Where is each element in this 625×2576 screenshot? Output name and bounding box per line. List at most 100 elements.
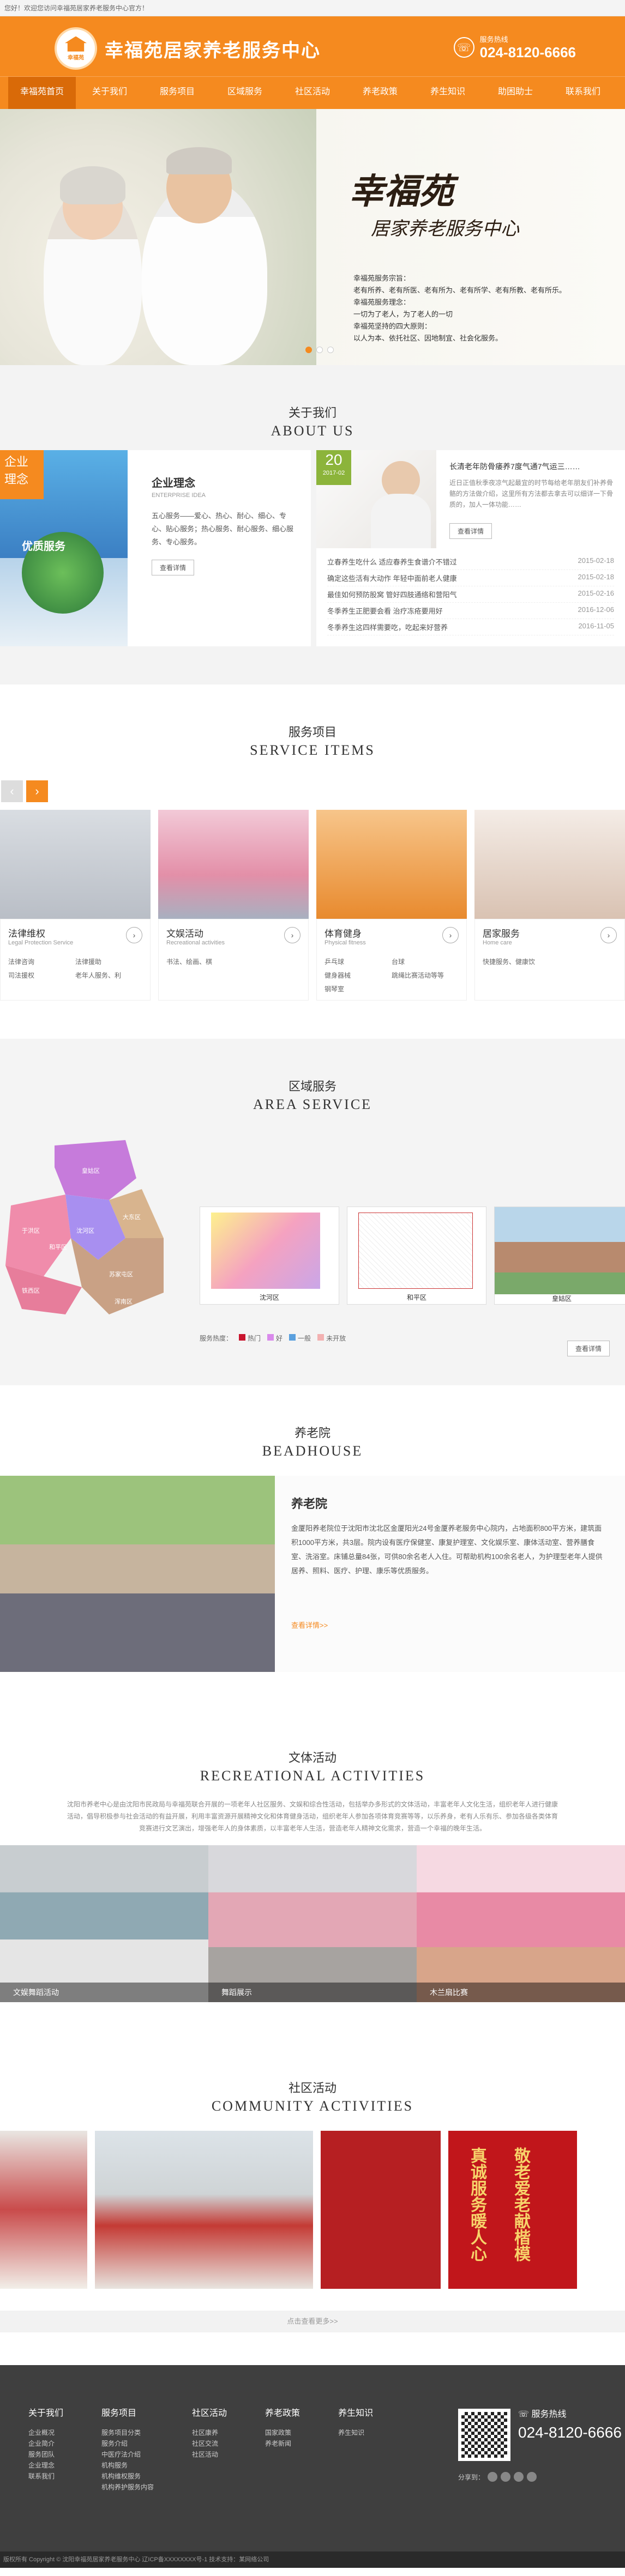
footer-link[interactable]: 企业概况 — [28, 2427, 63, 2438]
site-logo[interactable]: 幸福苑 幸福苑居家养老服务中心 — [55, 27, 321, 70]
community-photo[interactable] — [95, 2131, 313, 2289]
footer-link[interactable]: 联系我们 — [28, 2471, 63, 2482]
area-thumb[interactable]: 和平区 — [347, 1207, 486, 1305]
footer-link[interactable]: 社区康养 — [192, 2427, 227, 2438]
list-item[interactable]: 冬季养生这四样需要吃，吃起来好营养 2016-11-05 — [327, 619, 614, 635]
prev-arrow-icon[interactable]: ‹ — [1, 780, 23, 802]
community-more-button[interactable]: 点击查看更多>> — [0, 2311, 625, 2332]
footer-link[interactable]: 机构维权服务 — [101, 2471, 154, 2482]
legend-swatch — [267, 1334, 274, 1341]
news-image: 20 2017-02 — [316, 450, 436, 548]
carousel-dot[interactable] — [327, 347, 334, 353]
footer-link[interactable]: 养老新闻 — [265, 2438, 300, 2449]
list-item[interactable]: 确定这些活有大动作 年轻中面前老人健康 2015-02-18 — [327, 570, 614, 586]
service-heading: 服务项目 SERVICE ITEMS — [0, 684, 625, 759]
news-title: 冬季养生这四样需要吃，吃起来好营养 — [327, 623, 448, 632]
news-headline[interactable]: 长清老年防骨痿养7度气通7气运三…… — [449, 461, 614, 472]
footer-link[interactable]: 机构服务 — [101, 2460, 154, 2471]
footer-link[interactable]: 国家政策 — [265, 2427, 300, 2438]
elderly-couple-photo — [0, 109, 316, 365]
share-weibo-icon[interactable] — [488, 2472, 498, 2482]
nav-item-health[interactable]: 养生知识 — [414, 77, 482, 109]
chevron-right-icon[interactable]: › — [126, 927, 142, 943]
news-more-button[interactable]: 查看详情 — [449, 523, 492, 539]
footer-hotline-number: 024-8120-6666 — [518, 2424, 622, 2441]
list-item[interactable]: 最佳如何预防股窝 管好四肢通络和营阳气 2015-02-16 — [327, 586, 614, 603]
share-qq-icon[interactable] — [501, 2472, 511, 2482]
site-footer: 关于我们 企业概况 企业简介 服务团队 企业理念 联系我们 服务项目 服务项目分… — [0, 2365, 625, 2551]
news-title: 确定这些活有大动作 年轻中面前老人健康 — [327, 574, 457, 583]
map-label: 皇姑区 — [82, 1167, 100, 1174]
logo-icon: 幸福苑 — [55, 27, 97, 70]
footer-col-title: 养生知识 — [338, 2409, 374, 2418]
footer-link[interactable]: 服务项目分类 — [101, 2427, 154, 2438]
footer-col-title: 社区活动 — [192, 2409, 227, 2418]
section-title-cn: 服务项目 — [288, 725, 336, 739]
banner-line: 幸福苑坚持的四大原则： — [353, 322, 432, 330]
heat-legend: 服务热度： 热门 好 一般 未开放 — [200, 1334, 346, 1343]
area-thumb-caption: 皇姑区 — [551, 1295, 572, 1302]
next-arrow-icon[interactable]: › — [26, 780, 48, 802]
nav-item-services[interactable]: 服务项目 — [143, 77, 211, 109]
service-tag: 司法援权 — [8, 972, 35, 979]
service-card-legal[interactable]: 法律维权 Legal Protection Service › 法律咨询 法律援… — [0, 810, 151, 1001]
footer-link[interactable]: 社区活动 — [192, 2449, 227, 2460]
idea-more-button[interactable]: 查看详情 — [152, 560, 195, 575]
area-more-button[interactable]: 查看详情 — [567, 1341, 610, 1356]
recreation-item[interactable]: 木兰扇比赛 — [417, 1845, 625, 2002]
nav-item-contact[interactable]: 联系我们 — [549, 77, 617, 109]
footer-link[interactable]: 企业理念 — [28, 2460, 63, 2471]
carousel-dot[interactable] — [316, 347, 323, 353]
service-card-home[interactable]: 居家服务 Home care › 快捷服务、健康饮 — [474, 810, 625, 1001]
footer-col-about: 关于我们 企业概况 企业简介 服务团队 企业理念 联系我们 — [28, 2405, 63, 2493]
idea-badge: 企业 理念 — [0, 450, 44, 499]
nav-item-policy[interactable]: 养老政策 — [346, 77, 414, 109]
footer-link[interactable]: 养生知识 — [338, 2427, 373, 2438]
recreation-caption: 文娱舞蹈活动 — [0, 1983, 208, 2002]
footer-link[interactable]: 中医疗法介绍 — [101, 2449, 154, 2460]
footer-link[interactable]: 企业简介 — [28, 2438, 63, 2449]
nav-item-about[interactable]: 关于我们 — [76, 77, 143, 109]
footer-link[interactable]: 服务介绍 — [101, 2438, 154, 2449]
legend-text: 热门 — [248, 1335, 261, 1342]
map-label: 铁西区 — [22, 1287, 40, 1294]
news-date: 2016-12-06 — [578, 605, 615, 614]
recreation-item[interactable]: 舞蹈展示 — [208, 1845, 417, 2002]
chevron-right-icon[interactable]: › — [284, 927, 301, 943]
beadhouse-more-link[interactable]: 查看详情>> — [291, 1620, 609, 1630]
community-photo[interactable] — [0, 2131, 87, 2289]
footer-link[interactable]: 服务团队 — [28, 2449, 63, 2460]
nav-item-home[interactable]: 幸福苑首页 — [8, 77, 76, 109]
list-item[interactable]: 冬季养生正肥要会看 治疗冻疮要用好 2016-12-06 — [327, 603, 614, 619]
community-photo[interactable]: 真诚服务暖人心 敬老爱老献楷模 — [448, 2131, 577, 2289]
district-map[interactable]: 皇姑区 沈河区 于洪区 大东区 苏家屯区 和平区 浑南区 铁西区 — [0, 1129, 196, 1358]
nav-item-area[interactable]: 区域服务 — [211, 77, 279, 109]
service-en: Recreational activities — [166, 940, 225, 946]
area-section: 区域服务 AREA SERVICE 皇姑区 沈河区 于洪区 大东区 苏家屯区 和… — [0, 1039, 625, 1385]
header-hotline: ☏ 服务热线 024-8120-6666 — [453, 34, 576, 61]
nav-item-community[interactable]: 社区活动 — [279, 77, 346, 109]
map-label: 浑南区 — [115, 1298, 133, 1305]
chevron-right-icon[interactable]: › — [442, 927, 459, 943]
footer-link[interactable]: 机构养护服务内容 — [101, 2482, 154, 2493]
service-tag: 老年人服务、利 — [75, 972, 122, 979]
copyright-bar: 版权所有 Copyright © 沈阳幸福苑居家养老服务中心 辽ICP备XXXX… — [0, 2551, 625, 2568]
carousel-dot[interactable] — [305, 347, 312, 353]
map-region[interactable] — [5, 1195, 71, 1276]
area-thumb[interactable]: 沈河区 — [200, 1207, 339, 1305]
service-tag: 书法、绘画、棋 — [166, 958, 213, 966]
service-card-fitness[interactable]: 体育健身 Physical fitness › 乒乓球 台球 健身器械 跳绳比赛… — [316, 810, 467, 1001]
share-wechat-icon[interactable] — [514, 2472, 524, 2482]
recreation-item[interactable]: 文娱舞蹈活动 — [0, 1845, 208, 2002]
service-card-recreation[interactable]: 文娱活动 Recreational activities › 书法、绘画、棋 — [158, 810, 309, 1001]
share-more-icon[interactable] — [527, 2472, 537, 2482]
site-header: 幸福苑 幸福苑居家养老服务中心 ☏ 服务热线 024-8120-6666 — [0, 16, 625, 76]
beadhouse-section: 养老院 BEADHOUSE 养老院 金厦阳养老院位于沈阳市沈北区金厦阳光24号金… — [0, 1385, 625, 1710]
nav-item-aid[interactable]: 助困助士 — [482, 77, 549, 109]
community-photo[interactable] — [321, 2131, 441, 2289]
footer-link[interactable]: 社区交流 — [192, 2438, 227, 2449]
share-label: 分享到： — [458, 2473, 485, 2481]
list-item[interactable]: 立春养生吃什么 适应春养生食谱介不错过 2015-02-18 — [327, 554, 614, 570]
chevron-right-icon[interactable]: › — [600, 927, 617, 943]
area-thumb[interactable]: 皇姑区 — [494, 1207, 625, 1305]
